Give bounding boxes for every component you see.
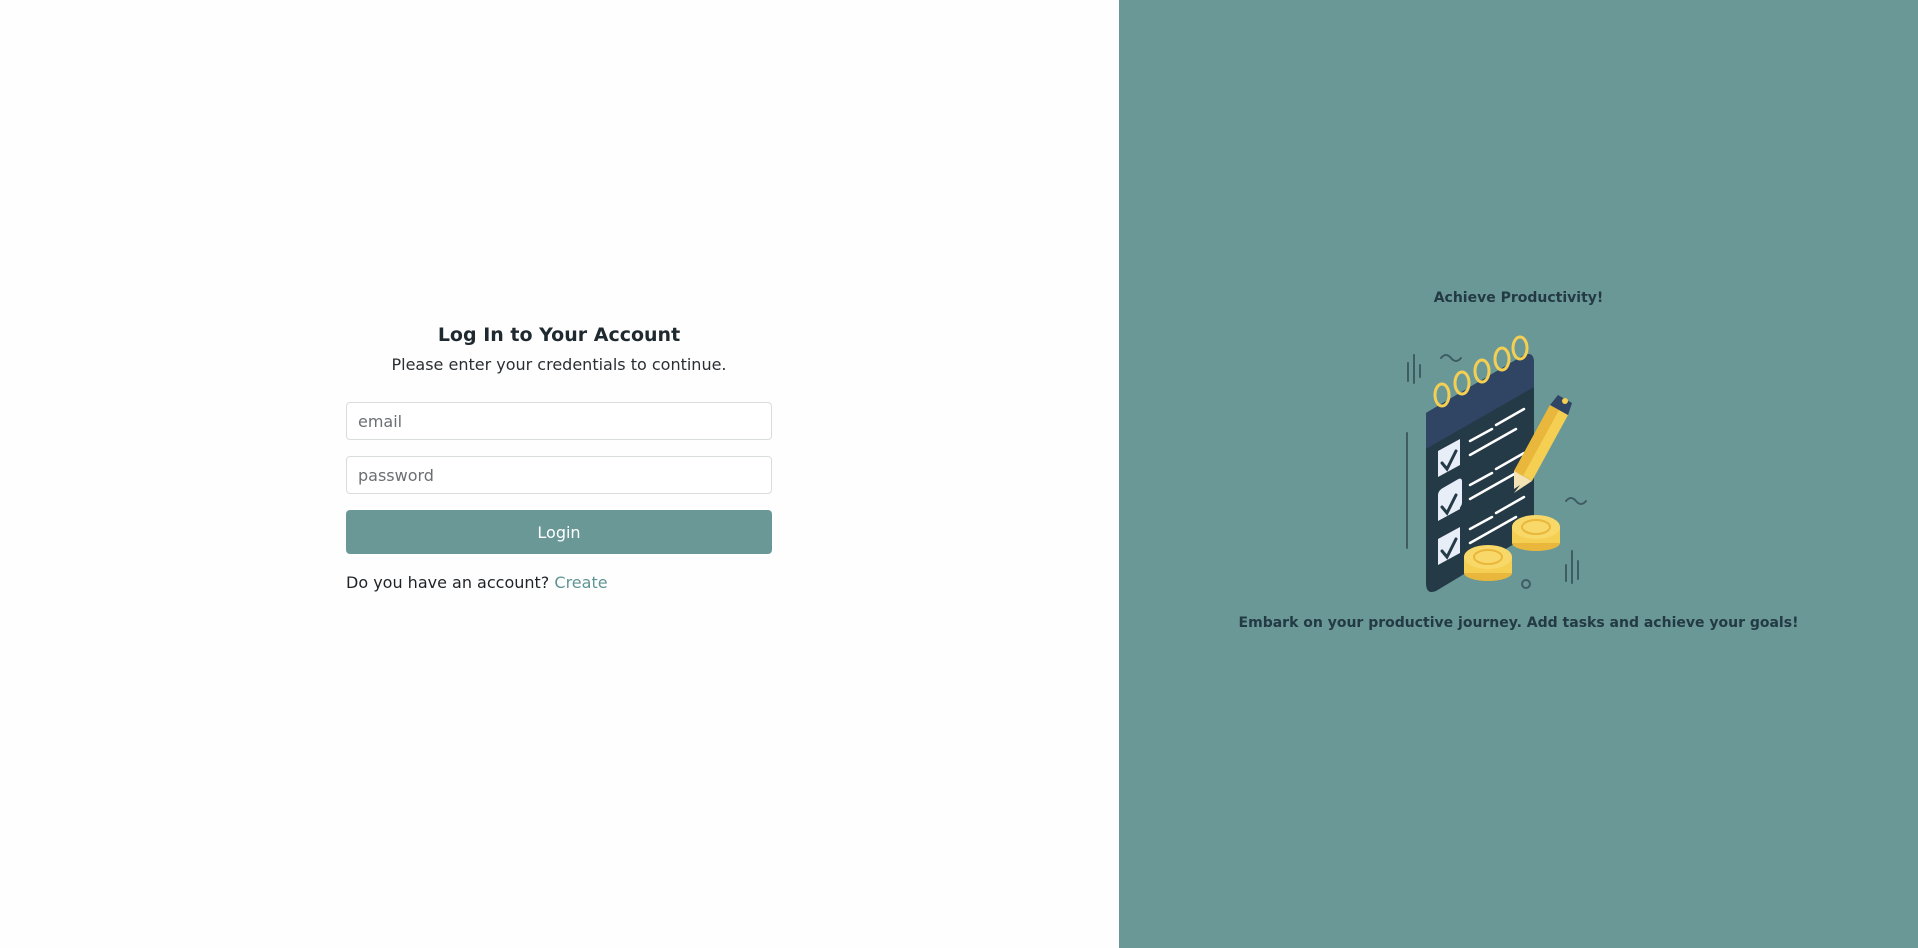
- signup-prompt: Do you have an account?: [346, 573, 550, 592]
- email-field[interactable]: [346, 402, 772, 440]
- promo-tagline: Embark on your productive journey. Add t…: [1238, 615, 1799, 631]
- password-field[interactable]: [346, 456, 772, 494]
- promo-heading: Achieve Productivity!: [1433, 290, 1604, 306]
- signup-row: Do you have an account? Create: [346, 572, 772, 594]
- promo-panel: Achieve Productivity! Embark on your pro…: [1119, 0, 1918, 948]
- login-button[interactable]: Login: [346, 510, 772, 554]
- checklist-clipboard-icon: [1406, 335, 1587, 592]
- login-panel: Log In to Your Account Please enter your…: [0, 0, 1119, 948]
- create-account-link[interactable]: Create: [554, 573, 607, 592]
- page-title: Log In to Your Account: [437, 324, 681, 346]
- login-form: Log In to Your Account Please enter your…: [346, 322, 772, 594]
- login-page: Log In to Your Account Please enter your…: [0, 0, 1918, 948]
- page-subtitle: Please enter your credentials to continu…: [391, 355, 727, 374]
